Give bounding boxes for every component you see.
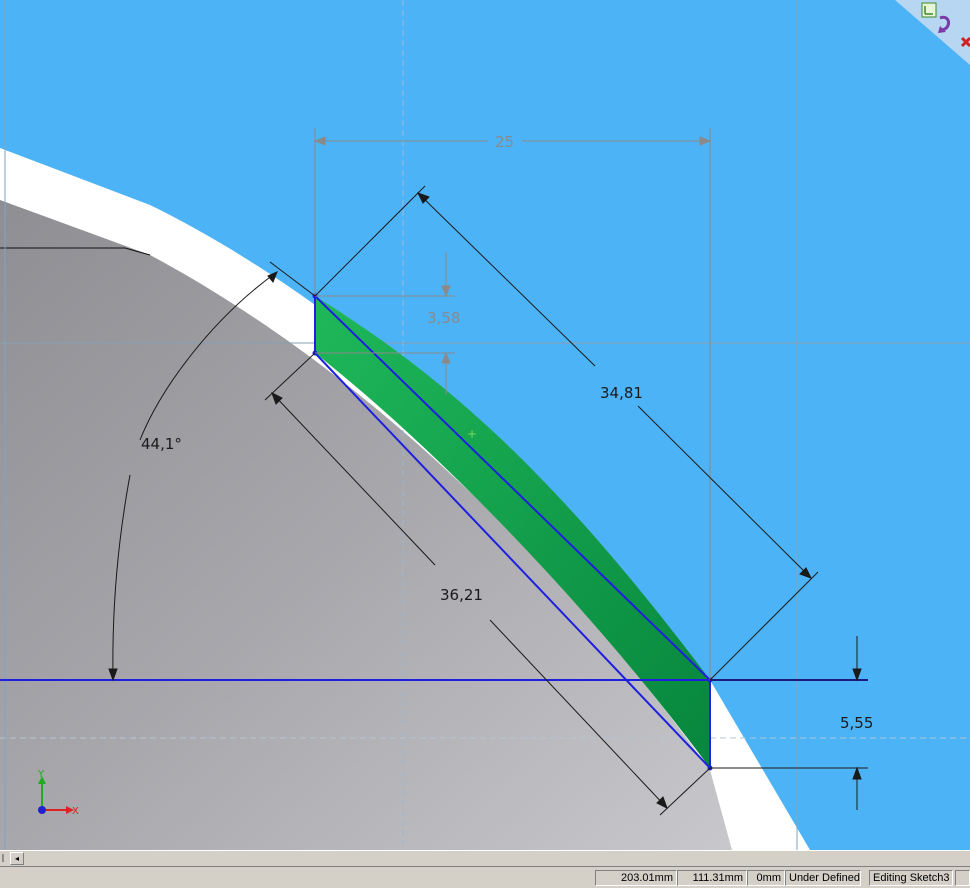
status-spacer	[0, 870, 595, 886]
status-editing-sketch: Editing Sketch3	[869, 870, 953, 886]
status-bar: 203.01mm 111.31mm 0mm Under Defined Edit…	[0, 866, 970, 888]
graphics-area[interactable]: + 25 3,58 34,81 36,21 44,1° 5,55 Y X	[0, 0, 970, 850]
status-z-coordinate: 0mm	[747, 870, 785, 886]
scroll-stop-handle[interactable]: |	[0, 852, 6, 865]
dimension-angle-44-1-label[interactable]: 44,1°	[141, 435, 182, 453]
dimension-34-81-label[interactable]: 34,81	[600, 384, 643, 402]
triad-x-label: X	[72, 806, 79, 817]
dimension-5-55-label[interactable]: 5,55	[840, 714, 873, 732]
status-extra-panel	[955, 870, 970, 886]
confirm-sketch-icon[interactable]	[921, 2, 937, 18]
dimension-3-58-label[interactable]: 3,58	[427, 309, 460, 327]
status-y-coordinate: 111.31mm	[677, 870, 747, 886]
triad-y-label: Y	[37, 769, 45, 780]
horizontal-scrollbar[interactable]: | ◂	[0, 850, 970, 866]
dimension-25-label[interactable]: 25	[495, 133, 514, 151]
dimension-36-21-label[interactable]: 36,21	[440, 586, 483, 604]
scroll-left-arrow-icon[interactable]: ◂	[10, 852, 24, 865]
status-sketch-definition: Under Defined	[785, 870, 861, 886]
status-x-coordinate: 203.01mm	[595, 870, 677, 886]
sketch-center-mark: +	[467, 427, 477, 441]
